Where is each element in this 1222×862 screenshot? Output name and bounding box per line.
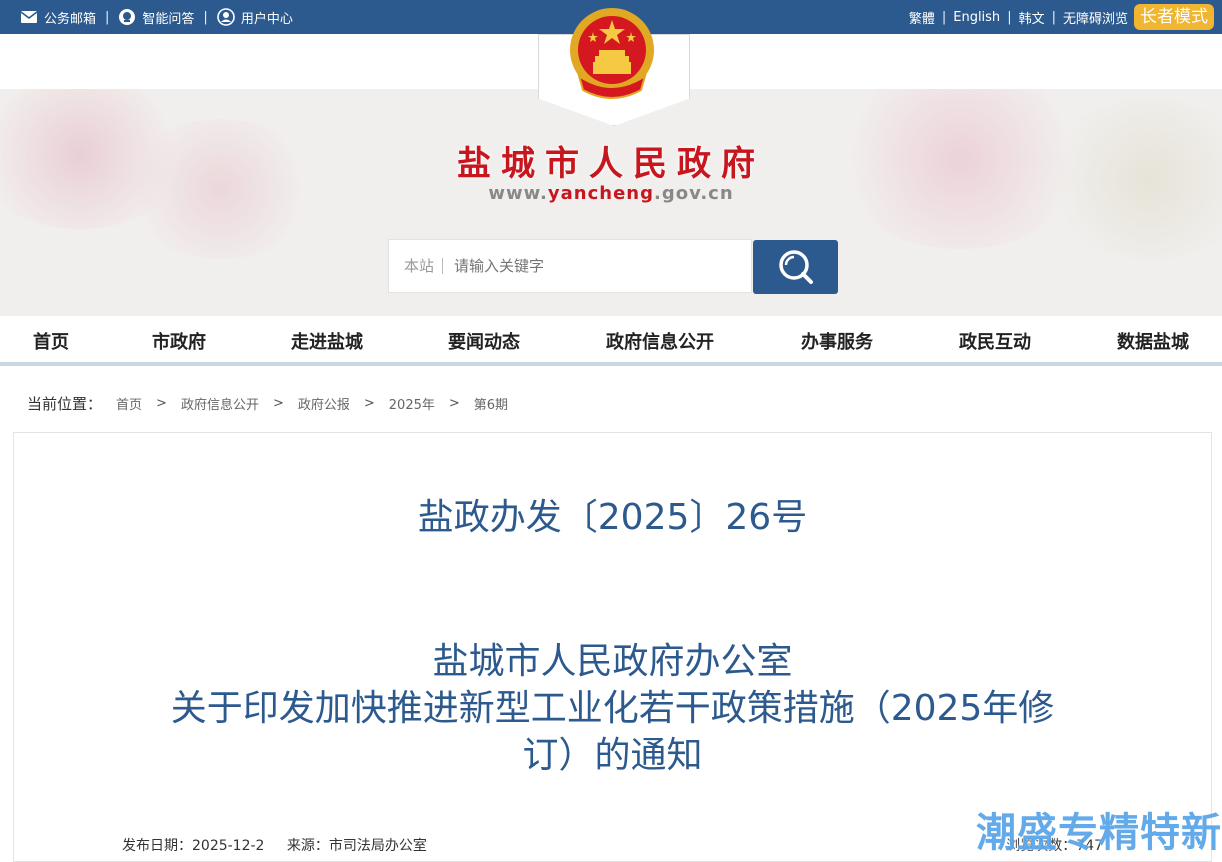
mail-link[interactable]: 公务邮箱 [20,8,96,27]
site-title: 盐城市人民政府 [457,144,765,184]
mail-link-label: 公务邮箱 [44,11,97,27]
url-highlight: yancheng [547,183,654,204]
breadcrumb-separator: > [448,396,460,411]
breadcrumb-item-home[interactable]: 首页 [116,394,142,413]
user-center-link[interactable]: 用户中心 [217,8,293,27]
chat-bot-icon [119,9,136,25]
user-icon [217,8,235,26]
url-suffix: .gov.cn [653,183,734,204]
article-source: 来源：市司法局办公室 [286,838,427,854]
document-number: 盐政办发〔2025〕26号 [417,497,808,538]
search-scope[interactable]: 本站 [389,258,444,274]
nav-services[interactable]: 办事服务 [801,328,873,354]
breadcrumb-separator: > [363,396,375,411]
search-icon [778,250,813,284]
article-title-line: 盐城市人民政府办公室 [432,641,793,682]
national-emblem-icon [570,8,654,99]
elder-mode-button[interactable]: 长者模式 [1134,4,1214,30]
article-title-line: 关于印发加快推进新型工业化若干政策措施（2025年修 [170,688,1055,729]
breadcrumb-separator: > [156,396,167,411]
main-nav: 首页 市政府 走进盐城 要闻动态 政府信息公开 办事服务 政民互动 数据盐城 [0,316,1222,366]
breadcrumb-item-year[interactable]: 2025年 [389,394,435,413]
breadcrumb-separator: > [272,396,284,411]
publish-date: 发布日期：2025-12-2 [122,838,265,854]
nav-info-disclosure[interactable]: 政府信息公开 [606,328,714,354]
breadcrumb-item-disclosure[interactable]: 政府信息公开 [181,394,259,413]
breadcrumb-item-issue[interactable]: 第6期 [474,394,508,413]
qa-link[interactable]: 智能问答 [118,8,194,27]
mail-icon [20,11,38,23]
nav-city-government[interactable]: 市政府 [152,328,206,354]
nav-about-yancheng[interactable]: 走进盐城 [291,328,363,354]
article-panel: 盐政办发〔2025〕26号 盐城市人民政府办公室 关于印发加快推进新型工业化若干… [13,432,1212,862]
article-meta: 发布日期：2025-12-2 来源：市司法局办公室 [122,835,445,855]
english-link[interactable]: English [953,10,1000,25]
article-title: 盐城市人民政府办公室 关于印发加快推进新型工业化若干政策措施（2025年修 订）… [14,638,1211,779]
search-button[interactable] [753,240,838,294]
accessibility-link[interactable]: 无障碍浏览 [1063,8,1128,27]
breadcrumb-item-gazette[interactable]: 政府公报 [298,394,350,413]
user-center-label: 用户中心 [240,11,293,27]
nav-home[interactable]: 首页 [33,328,69,354]
watermark-text: 潮盛专精特新 [976,810,1222,856]
breadcrumb-label: 当前位置： [27,395,103,413]
site-url: www.yancheng.gov.cn [0,183,1222,204]
top-links: 公务邮箱 | 智能问答 | 用户中心 [20,0,293,34]
language-links: 繁體 | English | 韩文 | 无障碍浏览 长者模式 [909,0,1214,34]
search-box: 本站 [388,239,752,293]
qa-link-label: 智能问答 [142,11,195,27]
nav-interaction[interactable]: 政民互动 [959,328,1031,354]
traditional-chinese-link[interactable]: 繁體 [909,8,935,27]
breadcrumb: 当前位置： 首页 > 政府信息公开 > 政府公报 > 2025年 > 第6期 [27,393,508,414]
search-input[interactable] [452,256,737,276]
korean-link[interactable]: 韩文 [1019,8,1045,27]
nav-data[interactable]: 数据盐城 [1117,328,1189,354]
url-prefix: www. [488,183,548,204]
article-title-line: 订）的通知 [522,735,703,776]
nav-news[interactable]: 要闻动态 [448,328,520,354]
